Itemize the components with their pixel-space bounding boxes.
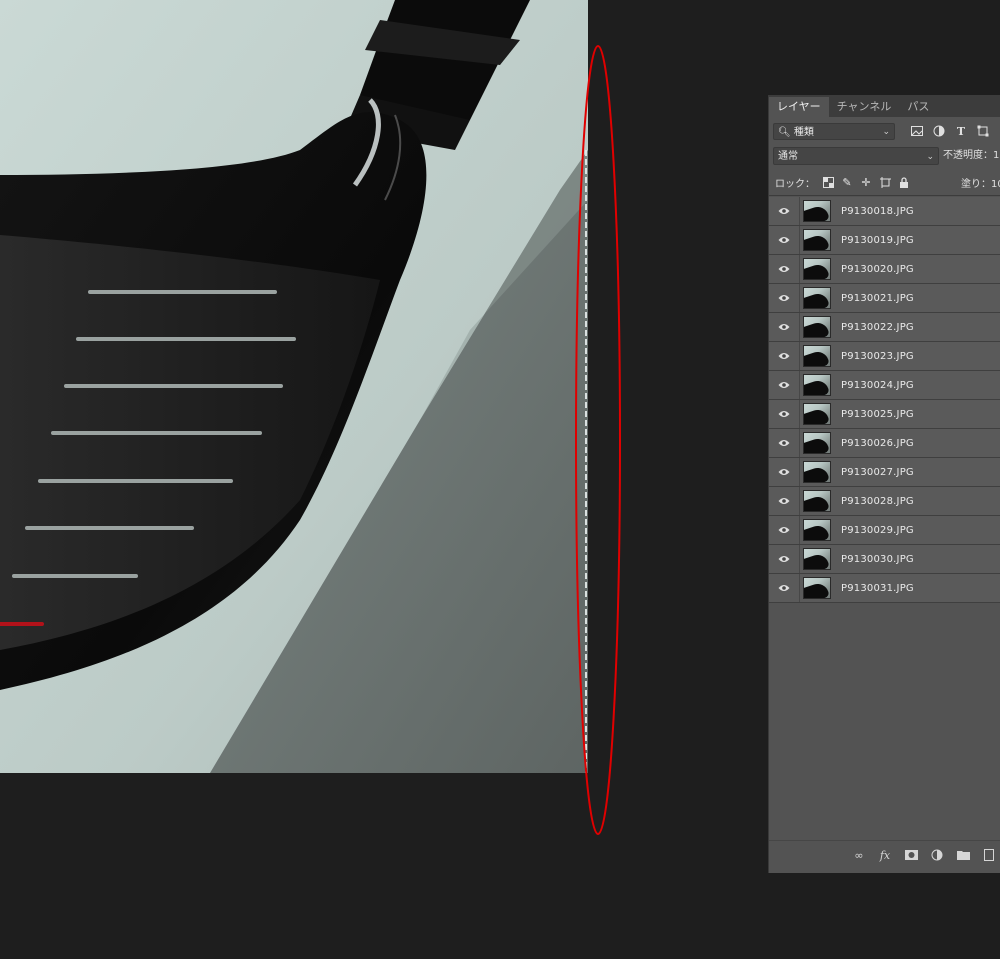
type-filter-icon[interactable]: T bbox=[953, 123, 969, 139]
shape-filter-icon[interactable] bbox=[975, 123, 991, 139]
layer-row[interactable]: P9130019.JPG bbox=[769, 226, 1000, 255]
search-icon: 🔍︎ bbox=[778, 127, 791, 138]
layer-thumbnail bbox=[803, 229, 831, 251]
layer-name: P9130025.JPG bbox=[841, 408, 914, 420]
layer-row[interactable]: P9130028.JPG bbox=[769, 487, 1000, 516]
layer-thumbnail bbox=[803, 287, 831, 309]
layer-row[interactable]: P9130025.JPG bbox=[769, 400, 1000, 429]
layer-thumbnail bbox=[803, 519, 831, 541]
link-icon[interactable]: ∞ bbox=[851, 847, 867, 863]
layer-name: P9130026.JPG bbox=[841, 437, 914, 449]
visibility-eye-icon[interactable] bbox=[769, 516, 800, 544]
visibility-eye-icon[interactable] bbox=[769, 545, 800, 573]
visibility-eye-icon[interactable] bbox=[769, 313, 800, 341]
layer-filter-select[interactable]: 🔍︎ 種類 ⌄ bbox=[773, 123, 895, 140]
layer-thumbnail bbox=[803, 577, 831, 599]
layers-panel: レイヤー チャンネル パス 🔍︎ 種類 ⌄ T 通常 ⌄ 不透明度：10 ロック… bbox=[768, 95, 1000, 873]
layer-name: P9130027.JPG bbox=[841, 466, 914, 478]
layer-name: P9130022.JPG bbox=[841, 321, 914, 333]
layer-thumbnail bbox=[803, 345, 831, 367]
layer-row[interactable]: P9130024.JPG bbox=[769, 371, 1000, 400]
layer-name: P9130029.JPG bbox=[841, 524, 914, 536]
canvas-image[interactable] bbox=[0, 0, 588, 773]
chevron-down-icon: ⌄ bbox=[926, 152, 934, 162]
visibility-eye-icon[interactable] bbox=[769, 400, 800, 428]
tab-channels[interactable]: チャンネル bbox=[829, 97, 900, 117]
layer-thumbnail bbox=[803, 432, 831, 454]
panel-footer: ∞ fx bbox=[769, 840, 1000, 869]
layer-name: P9130023.JPG bbox=[841, 350, 914, 362]
opacity-label[interactable]: 不透明度：10 bbox=[943, 147, 1000, 165]
blend-mode-select[interactable]: 通常 ⌄ bbox=[773, 147, 939, 165]
layer-name: P9130018.JPG bbox=[841, 205, 914, 217]
layer-thumbnail bbox=[803, 258, 831, 280]
visibility-eye-icon[interactable] bbox=[769, 487, 800, 515]
adjustment-filter-icon[interactable] bbox=[931, 123, 947, 139]
visibility-eye-icon[interactable] bbox=[769, 342, 800, 370]
blend-mode-value: 通常 bbox=[778, 151, 798, 162]
lock-row: ロック： ✎ ✛ bbox=[775, 175, 910, 190]
layers-list: P9130018.JPG P9130019.JPG P9130020.JPG P913… bbox=[769, 197, 1000, 603]
lock-label: ロック： bbox=[775, 179, 815, 190]
layer-name: P9130031.JPG bbox=[841, 582, 914, 594]
panel-tabs: レイヤー チャンネル パス bbox=[769, 95, 1000, 117]
tab-layers[interactable]: レイヤー bbox=[769, 97, 829, 117]
layer-row[interactable]: P9130021.JPG bbox=[769, 284, 1000, 313]
layer-name: P9130021.JPG bbox=[841, 292, 914, 304]
visibility-eye-icon[interactable] bbox=[769, 458, 800, 486]
lock-transparent-icon[interactable] bbox=[822, 177, 834, 189]
layer-row[interactable]: P9130029.JPG bbox=[769, 516, 1000, 545]
visibility-eye-icon[interactable] bbox=[769, 197, 800, 225]
layer-thumbnail bbox=[803, 461, 831, 483]
artboard-icon[interactable] bbox=[879, 177, 891, 189]
layer-name: P9130019.JPG bbox=[841, 234, 914, 246]
divider bbox=[769, 195, 1000, 196]
new-layer-icon[interactable] bbox=[981, 847, 997, 863]
visibility-eye-icon[interactable] bbox=[769, 255, 800, 283]
layer-thumbnail bbox=[803, 548, 831, 570]
layer-row[interactable]: P9130027.JPG bbox=[769, 458, 1000, 487]
layer-row[interactable]: P9130023.JPG bbox=[769, 342, 1000, 371]
layer-row[interactable]: P9130026.JPG bbox=[769, 429, 1000, 458]
visibility-eye-icon[interactable] bbox=[769, 226, 800, 254]
layer-thumbnail bbox=[803, 374, 831, 396]
image-filter-icon[interactable] bbox=[909, 123, 925, 139]
fx-icon[interactable]: fx bbox=[877, 847, 893, 863]
layer-row[interactable]: P9130020.JPG bbox=[769, 255, 1000, 284]
layer-row[interactable]: P9130030.JPG bbox=[769, 545, 1000, 574]
mask-icon[interactable] bbox=[903, 847, 919, 863]
chevron-down-icon: ⌄ bbox=[882, 127, 890, 137]
layer-thumbnail bbox=[803, 490, 831, 512]
layer-name: P9130020.JPG bbox=[841, 263, 914, 275]
visibility-eye-icon[interactable] bbox=[769, 429, 800, 457]
filter-icons: T bbox=[909, 123, 991, 139]
layer-row[interactable]: P9130031.JPG bbox=[769, 574, 1000, 603]
layer-name: P9130028.JPG bbox=[841, 495, 914, 507]
visibility-eye-icon[interactable] bbox=[769, 574, 800, 602]
visibility-eye-icon[interactable] bbox=[769, 284, 800, 312]
tab-paths[interactable]: パス bbox=[899, 97, 937, 117]
filter-label: 種類 bbox=[793, 127, 814, 138]
folder-icon[interactable] bbox=[955, 847, 971, 863]
adjustment-layer-icon[interactable] bbox=[929, 847, 945, 863]
layer-name: P9130024.JPG bbox=[841, 379, 914, 391]
move-icon[interactable]: ✛ bbox=[860, 176, 872, 189]
layer-row[interactable]: P9130022.JPG bbox=[769, 313, 1000, 342]
layer-thumbnail bbox=[803, 200, 831, 222]
layer-thumbnail bbox=[803, 316, 831, 338]
layer-row[interactable]: P9130018.JPG bbox=[769, 197, 1000, 226]
layer-name: P9130030.JPG bbox=[841, 553, 914, 565]
visibility-eye-icon[interactable] bbox=[769, 371, 800, 399]
fill-label[interactable]: 塗り：10 bbox=[961, 175, 1000, 190]
layer-thumbnail bbox=[803, 403, 831, 425]
brush-icon[interactable]: ✎ bbox=[841, 176, 853, 189]
lock-icon[interactable] bbox=[898, 177, 910, 189]
golf-club-photo bbox=[0, 0, 588, 773]
